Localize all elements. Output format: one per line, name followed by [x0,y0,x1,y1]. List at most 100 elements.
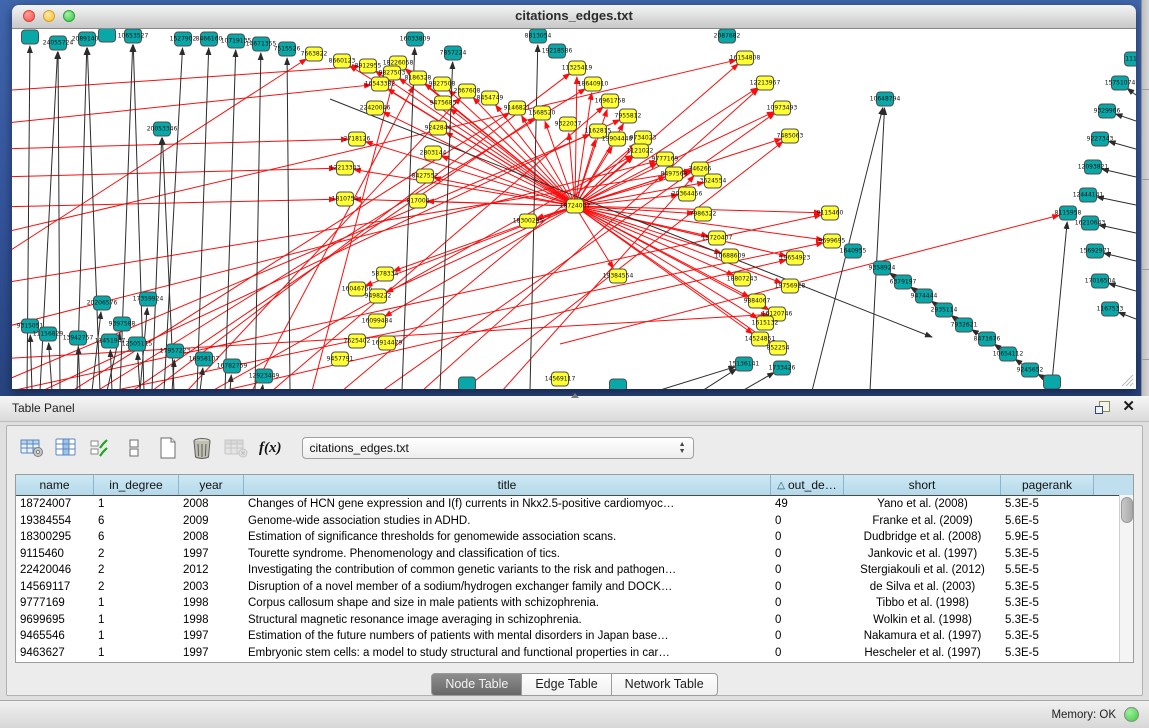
network-edge[interactable] [1118,312,1136,319]
table-cell[interactable]: Changes of HCN gene expression and I(f) … [244,496,771,513]
network-window-titlebar[interactable]: citations_edges.txt [12,5,1136,29]
table-cell[interactable]: 2003 [179,579,244,596]
network-node[interactable]: 19654923 [780,251,811,265]
column-header[interactable]: year [179,475,244,495]
new-table-icon[interactable] [155,435,181,461]
network-node[interactable]: 18640910 [578,77,609,91]
network-node[interactable]: 7663822 [301,47,328,61]
network-node[interactable] [610,379,627,389]
network-node[interactable]: 9457791 [327,352,354,366]
table-cell[interactable]: Estimation of the future numbers of pati… [244,628,771,645]
node-table[interactable]: namein_degreeyeartitle△out_de…shortpager… [15,474,1134,663]
network-edge[interactable] [230,375,231,389]
table-cell[interactable]: 1998 [179,612,244,629]
table-cell[interactable]: 2012 [179,562,244,579]
table-selector-dropdown[interactable]: citations_edges.txt ▲▼ [302,437,694,459]
network-node[interactable]: 1112 [1125,52,1137,66]
network-node[interactable]: 24055724 [43,36,74,50]
table-cell[interactable]: Jankovic et al. (1997) [844,546,1001,563]
network-node[interactable]: 17016504 [1085,274,1116,288]
table-cell[interactable]: Estimation of significance thresholds fo… [244,529,771,546]
table-cell[interactable]: Corpus callosum shape and size in male p… [244,595,771,612]
network-node[interactable]: 7485063 [777,129,804,143]
network-node[interactable]: 20364456 [672,187,703,201]
network-edge[interactable] [366,142,575,206]
table-cell[interactable]: 1 [94,496,179,513]
table-settings-icon[interactable] [19,435,45,461]
delete-table-icon[interactable] [189,435,215,461]
network-edge[interactable] [200,368,203,389]
table-cell[interactable]: Dudbridge et al. (2008) [844,529,1001,546]
table-cell[interactable]: 0 [771,645,844,662]
tab-edge-table[interactable]: Edge Table [522,673,611,696]
network-node[interactable]: 8466160 [196,32,223,46]
network-node[interactable]: 8471676 [974,332,1001,346]
table-cell[interactable]: 5.3E-5 [1001,496,1094,513]
network-node[interactable]: 9397588 [109,317,136,331]
network-edge[interactable] [138,353,140,389]
network-node[interactable]: 8497568 [661,167,688,181]
network-node[interactable]: 12923449 [249,369,280,383]
network-edge[interactable] [255,53,261,389]
table-row[interactable]: 946554611997Estimation of the future num… [16,628,1133,645]
function-builder-icon[interactable]: f(x) [259,440,282,457]
table-cell[interactable]: 1998 [179,595,244,612]
network-edge[interactable] [742,372,774,389]
network-node[interactable]: 1527902 [170,32,197,46]
table-cell[interactable]: 22420046 [16,562,94,579]
network-node[interactable]: 9474444 [911,289,938,303]
network-node[interactable]: 2803144 [420,146,447,160]
network-node[interactable]: 16782759 [217,359,248,373]
table-cell[interactable]: Stergiakouli et al. (2012) [844,562,1001,579]
table-cell[interactable]: 5.3E-5 [1001,579,1094,596]
table-cell[interactable]: 18300295 [16,529,94,546]
table-cell[interactable]: 0 [771,595,844,612]
network-node[interactable]: 9699695 [819,234,846,248]
network-edge[interactable] [78,347,80,389]
network-node[interactable]: 16099484 [362,314,393,328]
table-cell[interactable]: 5.3E-5 [1001,645,1094,662]
scrollbar-thumb[interactable] [1121,497,1133,523]
network-edge[interactable] [58,52,60,389]
table-cell[interactable]: 2008 [179,496,244,513]
table-cell[interactable]: 9115460 [16,546,94,563]
network-node[interactable]: 6379197 [890,275,917,289]
network-node[interactable]: 20891406 [72,32,103,46]
table-cell[interactable]: Tibbo et al. (1998) [844,595,1001,612]
network-edge[interactable] [222,260,786,389]
network-edge[interactable] [1109,283,1136,291]
table-cell[interactable]: 9699695 [16,612,94,629]
table-cell[interactable]: 5.3E-5 [1001,628,1094,645]
table-cell[interactable]: 2 [94,562,179,579]
network-node[interactable]: 9475685 [430,96,457,110]
network-node[interactable] [22,30,39,44]
network-node[interactable]: 19756928 [775,279,806,293]
table-cell[interactable]: 1 [94,645,179,662]
table-row[interactable]: 1872400712008Changes of HCN gene express… [16,496,1133,513]
table-cell[interactable]: 0 [771,546,844,563]
table-cell[interactable]: 1 [94,612,179,629]
table-cell[interactable]: Disruption of a novel member of a sodium… [244,579,771,596]
table-cell[interactable]: de Silva et al. (2003) [844,579,1001,596]
table-cell[interactable]: 0 [771,612,844,629]
table-cell[interactable]: 5.3E-5 [1001,595,1094,612]
network-node[interactable]: 9734023 [630,131,657,145]
network-node[interactable]: 817004 [407,194,430,208]
network-edge[interactable] [575,206,786,256]
table-cell[interactable]: 5.3E-5 [1001,546,1094,563]
network-edge[interactable] [287,58,290,389]
network-node[interactable]: 8115958 [1055,206,1082,220]
table-cell[interactable]: 9465546 [16,628,94,645]
network-node[interactable]: 8660123 [329,54,356,68]
table-cell[interactable]: 2 [94,546,179,563]
network-node[interactable]: 7625402 [344,334,371,348]
table-cell[interactable]: Embryonic stem cells: a model to study s… [244,645,771,662]
table-cell[interactable]: Investigating the contribution of common… [244,562,771,579]
network-node[interactable]: 16914479 [372,336,403,350]
table-cell[interactable]: 1 [94,595,179,612]
network-node[interactable]: 15751074 [1105,76,1136,90]
table-scrollbar[interactable] [1119,495,1133,662]
network-node[interactable]: 17359924 [133,292,164,306]
table-cell[interactable]: 18724007 [16,496,94,513]
network-node[interactable] [99,29,116,42]
